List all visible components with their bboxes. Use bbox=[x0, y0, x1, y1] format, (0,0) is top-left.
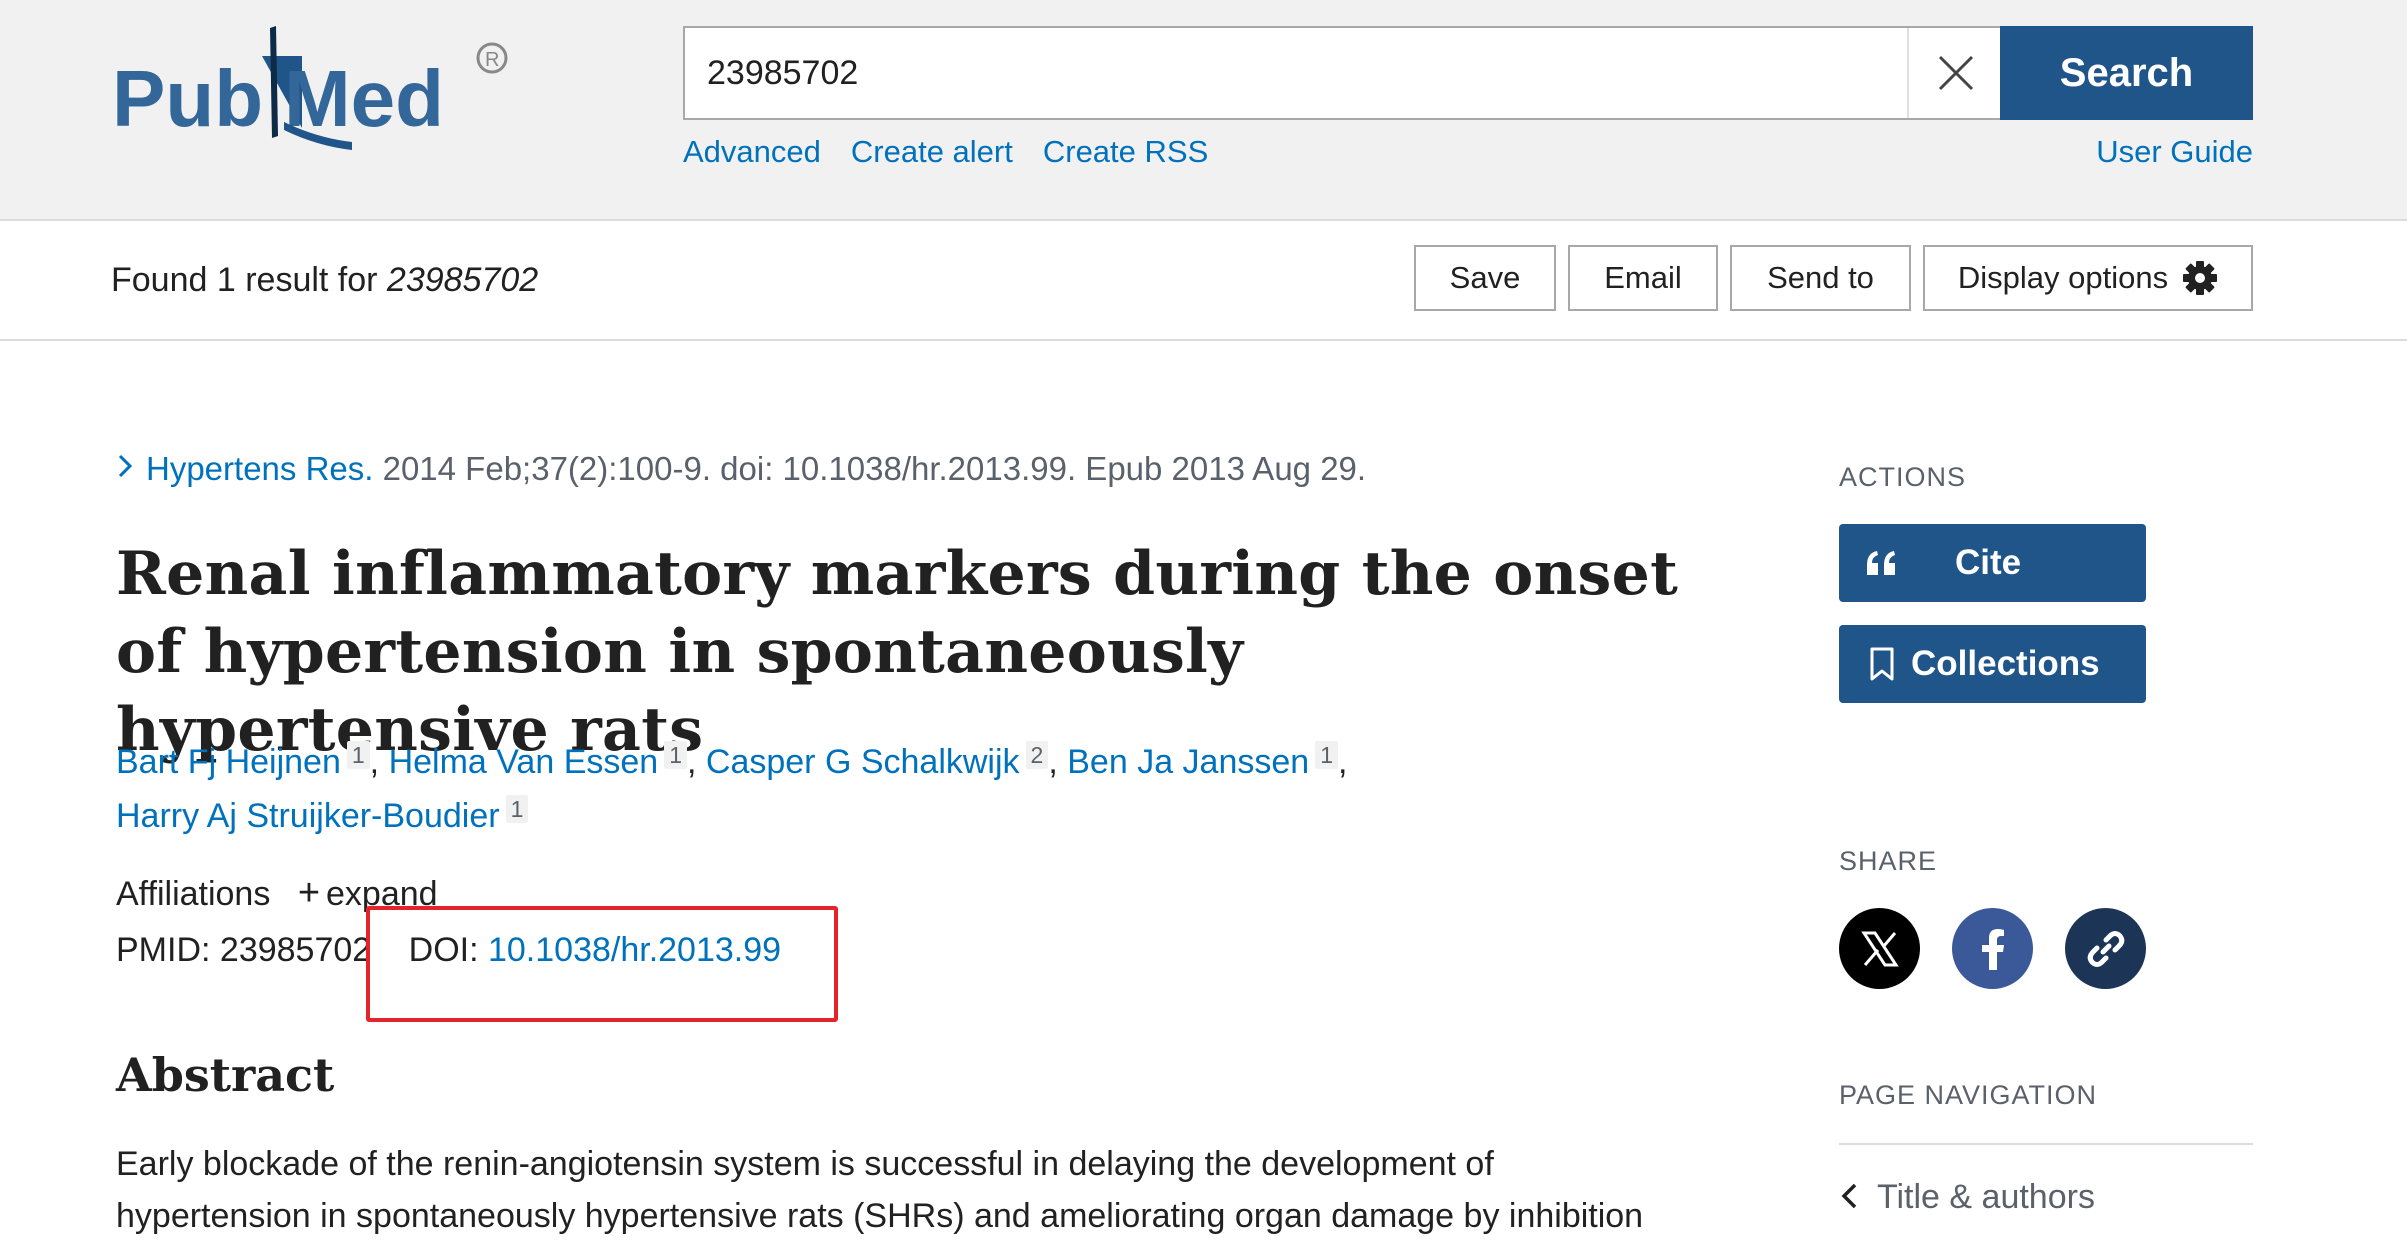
affiliation-ref[interactable]: 1 bbox=[664, 741, 687, 769]
share-heading: SHARE bbox=[1839, 846, 1938, 876]
save-button[interactable]: Save bbox=[1414, 245, 1556, 311]
affiliation-ref[interactable]: 2 bbox=[1025, 741, 1049, 769]
results-actions: Save Email Send to Display options bbox=[1414, 245, 2253, 311]
facebook-icon bbox=[1981, 928, 2004, 970]
cite-button[interactable]: Cite bbox=[1839, 524, 2146, 602]
share-x-button[interactable] bbox=[1839, 908, 1920, 989]
collections-button[interactable]: Collections bbox=[1839, 625, 2146, 703]
page-navigation-heading: PAGE NAVIGATION bbox=[1839, 1080, 2098, 1110]
clear-x-icon bbox=[1938, 55, 1973, 91]
abstract-text: Early blockade of the renin-angiotensin … bbox=[116, 1138, 1716, 1242]
author-link[interactable]: Casper G Schalkwijk bbox=[706, 743, 1020, 781]
send-to-button[interactable]: Send to bbox=[1730, 245, 1911, 311]
doi-highlight-box bbox=[366, 906, 838, 1022]
affiliation-ref[interactable]: 1 bbox=[346, 741, 370, 769]
share-facebook-button[interactable] bbox=[1952, 908, 2033, 989]
gear-icon bbox=[2183, 261, 2218, 295]
header-links: Advanced Create alert Create RSS bbox=[683, 134, 1208, 170]
actions-heading: ACTIONS bbox=[1839, 462, 1967, 492]
email-button[interactable]: Email bbox=[1568, 245, 1718, 311]
author-link[interactable]: Harry Aj Struijker-Boudier bbox=[116, 797, 500, 835]
author-link[interactable]: Ben Ja Janssen bbox=[1067, 743, 1309, 781]
header: Pub Med R Search Advanced Create alert C… bbox=[0, 0, 2407, 221]
chevron-right-icon[interactable] bbox=[116, 450, 146, 488]
collections-label: Collections bbox=[1911, 644, 2100, 683]
clear-search-button[interactable] bbox=[1907, 28, 2002, 118]
author-list: Bart Fj Heijnen 1, Helma Van Essen 1, Casp… bbox=[116, 741, 1348, 835]
abstract-heading: Abstract bbox=[116, 1048, 335, 1102]
pmid-value: 23985702 bbox=[219, 931, 372, 969]
quote-icon bbox=[1867, 551, 1895, 575]
x-logo-icon bbox=[1860, 931, 1899, 966]
affiliation-ref[interactable]: 1 bbox=[1315, 741, 1338, 769]
journal-link[interactable]: Hypertens Res. bbox=[146, 450, 373, 487]
display-options-label: Display options bbox=[1957, 260, 2169, 295]
page-nav-title-authors[interactable]: Title & authors bbox=[1839, 1178, 2095, 1217]
article-title: Renal inflammatory markers during the on… bbox=[116, 539, 1679, 765]
search-box bbox=[683, 26, 2002, 120]
abstract-line: Early blockade of the renin-angiotensin … bbox=[116, 1145, 1494, 1183]
plus-icon: + bbox=[297, 872, 321, 914]
bookmark-icon bbox=[1870, 647, 1894, 681]
search-button[interactable]: Search bbox=[2000, 26, 2253, 120]
found-prefix: Found 1 result for bbox=[111, 261, 387, 299]
author-link[interactable]: Bart Fj Heijnen bbox=[116, 743, 341, 781]
display-options-button[interactable]: Display options bbox=[1923, 245, 2253, 311]
affiliation-ref[interactable]: 1 bbox=[505, 795, 529, 823]
page-nav-label: Title & authors bbox=[1877, 1178, 2095, 1216]
create-alert-link[interactable]: Create alert bbox=[851, 134, 1013, 170]
results-count: Found 1 result for 23985702 bbox=[111, 261, 538, 300]
divider bbox=[1839, 1143, 2253, 1145]
create-rss-link[interactable]: Create RSS bbox=[1043, 134, 1208, 170]
citation-details: 2014 Feb;37(2):100-9. doi: 10.1038/hr.20… bbox=[373, 450, 1367, 487]
cite-label: Cite bbox=[1955, 543, 2022, 582]
svg-text:R: R bbox=[485, 49, 499, 71]
affiliations-label: Affiliations bbox=[116, 875, 271, 913]
link-icon bbox=[2087, 930, 2124, 967]
abstract-line: hypertension in spontaneously hypertensi… bbox=[116, 1197, 1644, 1235]
svg-text:Pub: Pub bbox=[112, 54, 263, 143]
search-input[interactable] bbox=[707, 28, 1867, 118]
user-guide-link[interactable]: User Guide bbox=[2096, 134, 2253, 170]
author-link[interactable]: Helma Van Essen bbox=[389, 743, 659, 781]
svg-text:Med: Med bbox=[284, 54, 444, 143]
results-bar: Found 1 result for 23985702 Save Email S… bbox=[0, 221, 2407, 341]
found-query: 23985702 bbox=[386, 261, 539, 299]
pmid-label: PMID: bbox=[116, 931, 220, 969]
pubmed-logo[interactable]: Pub Med R bbox=[112, 18, 512, 158]
share-link-button[interactable] bbox=[2065, 908, 2146, 989]
advanced-link[interactable]: Advanced bbox=[683, 134, 821, 170]
citation: Hypertens Res. 2014 Feb;37(2):100-9. doi… bbox=[116, 450, 1366, 488]
chevron-left-icon bbox=[1841, 1183, 1857, 1209]
